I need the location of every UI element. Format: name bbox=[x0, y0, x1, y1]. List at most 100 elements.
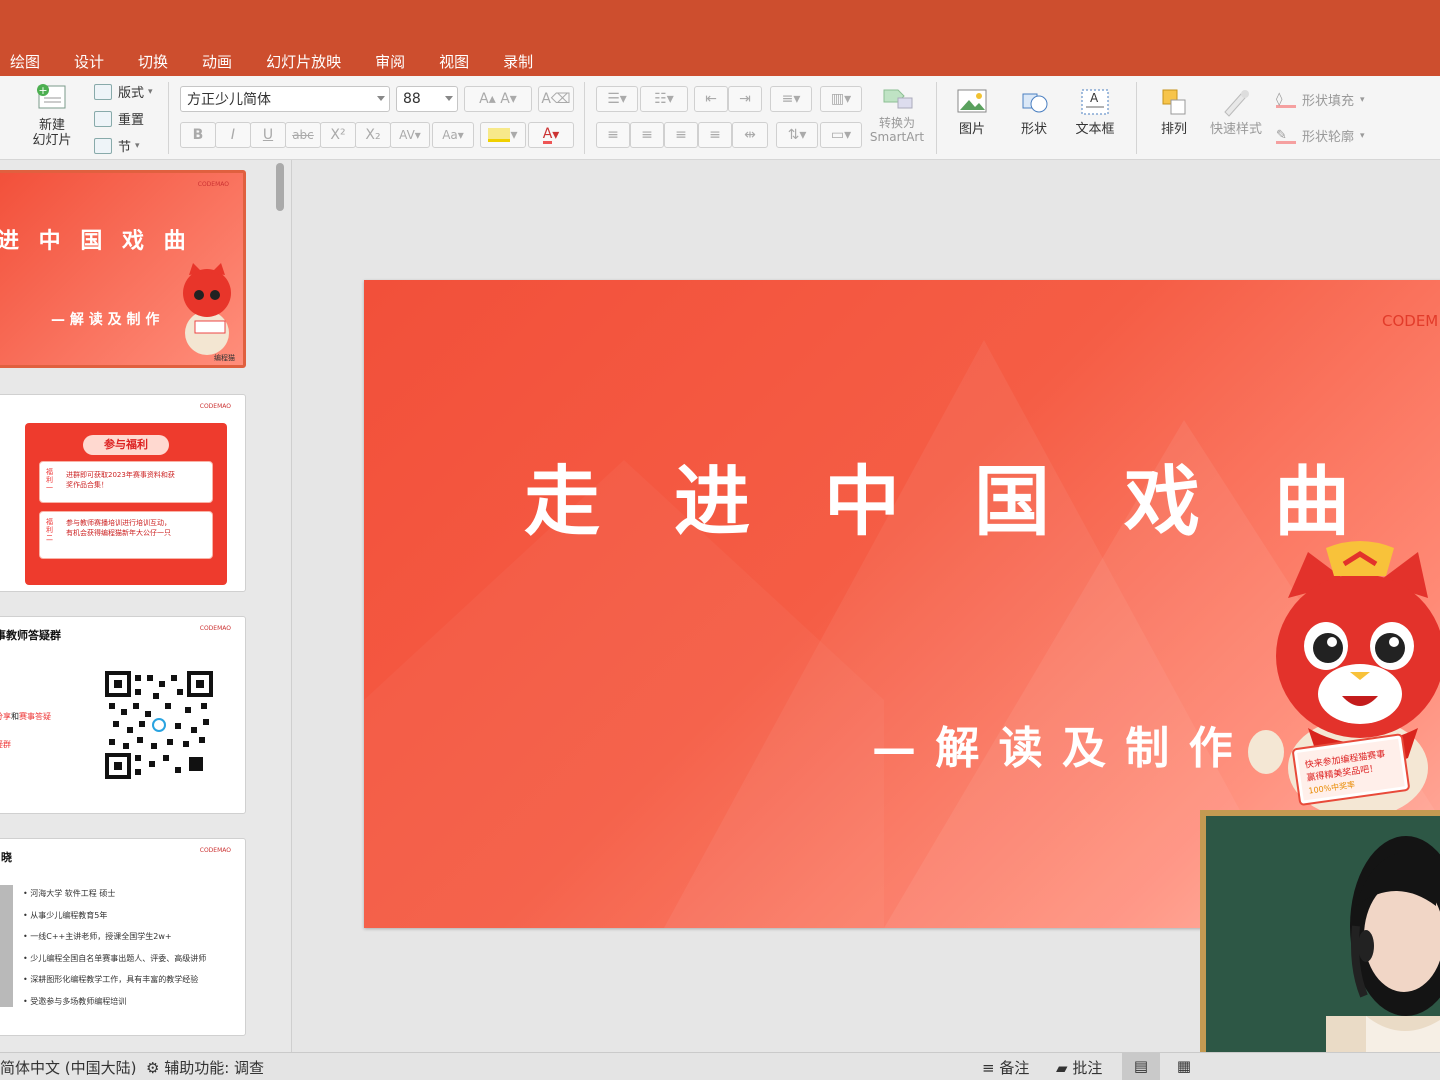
reset-button[interactable]: 重置 bbox=[94, 109, 144, 128]
bullets-icon[interactable]: ☰▾ bbox=[596, 86, 638, 112]
slide-thumbnail-4[interactable]: CODEMAO 晓 • 河海大学 软件工程 硕士 • 从事少儿编程教育5年 • … bbox=[0, 838, 246, 1036]
font-size-select[interactable]: 88 bbox=[396, 86, 458, 112]
powerpoint-window: 绘图 设计 切换 动画 幻灯片放映 审阅 视图 录制 + 新建 幻灯片 版式 ▾ … bbox=[0, 0, 1440, 1080]
tab-design[interactable]: 设计 bbox=[74, 51, 104, 72]
decrease-indent-icon[interactable]: ⇤ bbox=[694, 86, 728, 112]
distributed-icon[interactable]: ⇹ bbox=[732, 122, 768, 148]
language-status[interactable]: 简体中文 (中国大陆) bbox=[0, 1057, 136, 1078]
thumbnail-scrollbar[interactable] bbox=[276, 163, 284, 211]
accessibility-status[interactable]: ⚙ 辅助功能: 调查 bbox=[146, 1057, 264, 1078]
thumb-banner: 参与福利 bbox=[83, 435, 169, 455]
svg-text:A: A bbox=[1090, 91, 1099, 105]
list-item: • 深耕图形化编程教学工作，具有丰富的教学经验 bbox=[23, 975, 199, 984]
font-color-icon[interactable]: A ▾ bbox=[528, 122, 574, 148]
new-slide-button[interactable]: + 新建 幻灯片 bbox=[26, 82, 78, 148]
notes-button[interactable]: ≡ 备注 bbox=[982, 1057, 1029, 1078]
arrange-icon bbox=[1157, 86, 1191, 118]
tab-review[interactable]: 审阅 bbox=[375, 51, 405, 72]
tab-transitions[interactable]: 切换 bbox=[138, 51, 168, 72]
align-left-icon[interactable]: ≡ bbox=[596, 122, 630, 148]
thumb-line1: 分享和赛事答疑 bbox=[0, 712, 51, 721]
slide-thumbnail-2[interactable]: CODEMAO 参与福利 福利一 进群即可获取2023年赛事资料和获奖作品合集！… bbox=[0, 394, 246, 592]
section-button[interactable]: 节 ▾ bbox=[94, 136, 140, 155]
pen-icon: ✎ bbox=[1276, 128, 1296, 144]
line-spacing-icon[interactable]: ≡▾ bbox=[770, 86, 812, 112]
thumb-logo: CODEMAO bbox=[199, 403, 231, 410]
chevron-down-icon bbox=[377, 96, 385, 101]
layout-button[interactable]: 版式 ▾ bbox=[94, 82, 153, 101]
italic-button[interactable]: I bbox=[215, 122, 251, 148]
title-char: 曲 bbox=[1274, 457, 1350, 546]
justify-icon[interactable]: ≡ bbox=[698, 122, 732, 148]
underline-button[interactable]: U bbox=[250, 122, 286, 148]
text-direction-icon[interactable]: ⇅▾ bbox=[776, 122, 818, 148]
list-item: • 河海大学 软件工程 硕士 bbox=[23, 889, 116, 898]
font-size-adjust-buttons[interactable]: A▴ A▾ bbox=[464, 86, 532, 112]
slide-thumbnail-1[interactable]: CODEMAO 进 中 国 戏 曲 — 解 读 及 制 作 编程猫 bbox=[0, 170, 246, 368]
shape-outline-button[interactable]: ✎ 形状轮廓 ▾ bbox=[1276, 126, 1365, 145]
tab-draw[interactable]: 绘图 bbox=[10, 51, 40, 72]
mascot-image bbox=[175, 253, 239, 357]
subscript-icon[interactable]: X₂ bbox=[355, 122, 391, 148]
mascot-image: 快来参加编程猫赛事 赢得精美奖品吧！ 100%中奖率 bbox=[1248, 538, 1440, 818]
notes-icon: ≡ bbox=[982, 1059, 995, 1077]
section-label: 节 bbox=[118, 140, 132, 155]
shape-button[interactable]: 形状 bbox=[1008, 86, 1060, 137]
align-text-icon[interactable]: ▭▾ bbox=[820, 122, 862, 148]
accessibility-icon: ⚙ bbox=[146, 1059, 160, 1077]
tab-record[interactable]: 录制 bbox=[503, 51, 533, 72]
font-size-value: 88 bbox=[403, 91, 421, 107]
shape-fill-button[interactable]: ◊ 形状填充 ▾ bbox=[1276, 90, 1365, 109]
char-spacing-icon[interactable]: AV▾ bbox=[390, 122, 430, 148]
strikethrough-button[interactable]: abc bbox=[285, 122, 321, 148]
title-bar bbox=[0, 0, 1440, 46]
quick-styles-icon bbox=[1219, 86, 1253, 118]
thumb-bullet-list: • 河海大学 软件工程 硕士 • 从事少儿编程教育5年 • 一线C++主讲老师，… bbox=[23, 883, 206, 1012]
status-bar: 简体中文 (中国大陆) ⚙ 辅助功能: 调查 ≡ 备注 ▰ 批注 ▤ ▦ bbox=[0, 1052, 1440, 1080]
tab-animations[interactable]: 动画 bbox=[202, 51, 232, 72]
superscript-icon[interactable]: X² bbox=[320, 122, 356, 148]
thumb-logo: CODEMAO bbox=[199, 847, 231, 854]
chevron-down-icon bbox=[445, 96, 453, 101]
font-name-select[interactable]: 方正少儿简体 bbox=[180, 86, 390, 112]
numbering-icon[interactable]: ☷▾ bbox=[640, 86, 688, 112]
slide-thumbnail-3[interactable]: CODEMAO 事教师答疑群 分享和赛事答疑 疑群 bbox=[0, 616, 246, 814]
comments-button[interactable]: ▰ 批注 bbox=[1056, 1057, 1102, 1078]
title-char: 走 bbox=[524, 457, 600, 546]
slide-thumbnail-pane: CODEMAO 进 中 国 戏 曲 — 解 读 及 制 作 编程猫 CODEMA… bbox=[0, 160, 292, 1052]
title-char: 中 bbox=[824, 457, 900, 546]
smartart-icon bbox=[880, 82, 914, 112]
bold-button[interactable]: B bbox=[180, 122, 216, 148]
slide-logo: CODEM bbox=[1382, 312, 1439, 330]
picture-label: 图片 bbox=[958, 122, 985, 137]
slide-sorter-icon[interactable]: ▦ bbox=[1170, 1053, 1198, 1080]
slide-title: 走 进 中 国 戏 曲 bbox=[524, 440, 1350, 550]
thumb-b2-tag: 福利二 bbox=[46, 518, 53, 542]
normal-view-icon[interactable]: ▤ bbox=[1122, 1053, 1160, 1080]
clear-format-icon[interactable]: A⌫ bbox=[538, 86, 574, 112]
font-name-value: 方正少儿简体 bbox=[187, 92, 271, 108]
teacher-photo bbox=[0, 885, 13, 1007]
columns-icon[interactable]: ▥▾ bbox=[820, 86, 862, 112]
align-center-icon[interactable]: ≡ bbox=[630, 122, 664, 148]
tab-view[interactable]: 视图 bbox=[439, 51, 469, 72]
arrange-button[interactable]: 排列 bbox=[1148, 86, 1200, 137]
convert-smartart-button[interactable]: 转换为 SmartArt bbox=[866, 82, 928, 144]
picture-button[interactable]: 图片 bbox=[946, 86, 998, 137]
thumb-logo: CODEMAO bbox=[197, 181, 229, 188]
thumb-title: 事教师答疑群 bbox=[0, 629, 61, 642]
slide-subtitle: — 解 读 及 制 作 bbox=[872, 723, 1235, 774]
ribbon-tabs: 绘图 设计 切换 动画 幻灯片放映 审阅 视图 录制 bbox=[0, 46, 1440, 76]
change-case-icon[interactable]: Aa▾ bbox=[432, 122, 474, 148]
highlight-color-icon[interactable]: ▾ bbox=[480, 122, 526, 148]
tab-slideshow[interactable]: 幻灯片放映 bbox=[266, 51, 341, 72]
thumb-b2-text: 参与教师赛播培训进行培训互动，有机会获得编程猫新年大公仔一只 bbox=[66, 519, 171, 537]
paint-bucket-icon: ◊ bbox=[1276, 92, 1296, 108]
align-right-icon[interactable]: ≡ bbox=[664, 122, 698, 148]
quick-styles-button[interactable]: 快速样式 bbox=[1206, 86, 1266, 137]
reset-icon bbox=[94, 110, 112, 127]
increase-indent-icon[interactable]: ⇥ bbox=[728, 86, 762, 112]
thumb-b1-tag: 福利一 bbox=[46, 468, 53, 492]
textbox-button[interactable]: A 文本框 bbox=[1068, 86, 1122, 137]
list-item: • 一线C++主讲老师，授课全国学生2w+ bbox=[23, 932, 172, 941]
